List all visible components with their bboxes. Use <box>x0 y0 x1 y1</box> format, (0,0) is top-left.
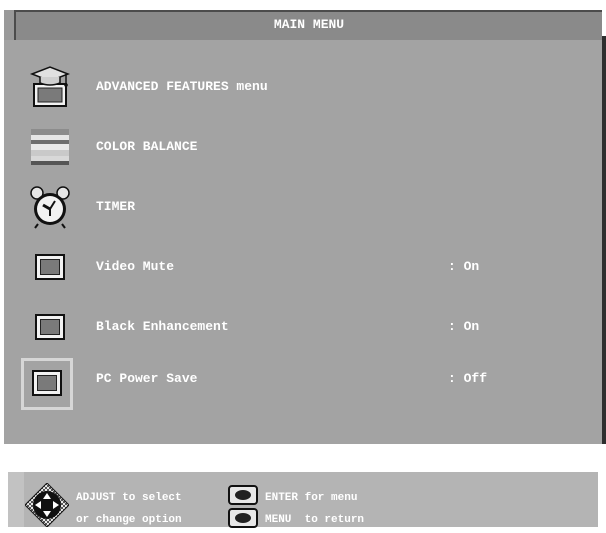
menu-button-icon <box>228 508 258 528</box>
enter-button-icon <box>228 485 258 505</box>
alarm-clock-icon <box>20 182 80 232</box>
menu-shadow <box>602 36 606 444</box>
advanced-features-label: ADVANCED FEATURES menu <box>96 79 268 94</box>
color-balance-label: COLOR BALANCE <box>96 139 198 154</box>
menu-body: ADVANCED FEATURES menu COLOR BALANCE TIM… <box>4 40 602 444</box>
enter-hint: ENTER for menu <box>265 492 358 504</box>
menu-item-black-enhancement[interactable]: Black Enhancement : On <box>4 302 602 352</box>
adjust-hint-line1: ADJUST to select <box>76 492 182 504</box>
video-mute-value: : On <box>448 259 480 274</box>
video-mute-label: Video Mute <box>96 259 175 274</box>
menu-item-advanced-features[interactable]: ADVANCED FEATURES menu <box>4 62 602 112</box>
main-menu-window: MAIN MENU ADVANCED FEATURES menu COLOR B… <box>4 10 602 444</box>
pc-power-save-value: : Off <box>448 371 488 386</box>
toggle-button-icon <box>20 242 80 292</box>
color-bars-icon <box>20 122 80 172</box>
black-enhancement-label: Black Enhancement <box>96 319 229 334</box>
graduation-cap-icon <box>20 62 80 112</box>
menu-title: MAIN MENU <box>14 10 602 40</box>
menu-item-video-mute[interactable]: Video Mute : On <box>4 242 602 292</box>
menu-hint: MENU to return <box>265 514 365 526</box>
timer-label: TIMER <box>96 199 136 214</box>
menu-item-pc-power-save[interactable]: PC Power Save : Off <box>4 358 602 408</box>
dpad-icon <box>25 483 69 527</box>
help-bar: ADJUST to select or change option ENTER … <box>8 472 598 528</box>
adjust-hint-line2: or change option <box>76 514 182 526</box>
menu-item-color-balance[interactable]: COLOR BALANCE <box>4 122 602 172</box>
toggle-button-icon <box>20 302 80 352</box>
toggle-button-icon <box>17 358 77 408</box>
pc-power-save-label: PC Power Save <box>96 371 198 386</box>
menu-item-timer[interactable]: TIMER <box>4 182 602 232</box>
black-enhancement-value: : On <box>448 319 480 334</box>
